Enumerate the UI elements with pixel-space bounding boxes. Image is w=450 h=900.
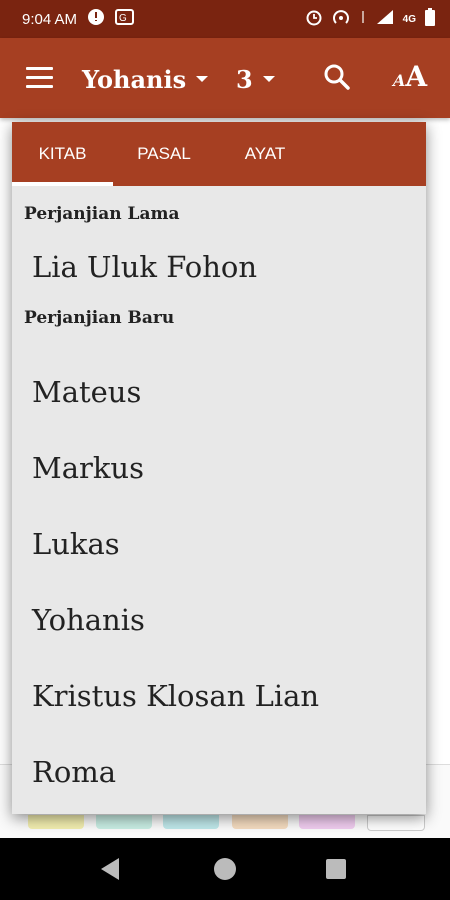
alarm-icon — [305, 8, 323, 31]
font-size-icon[interactable]: AA — [393, 60, 427, 93]
highlight-swatch[interactable] — [28, 815, 84, 829]
chapter-text-background — [22, 105, 422, 119]
highlight-swatch[interactable] — [299, 815, 355, 829]
book-selector[interactable]: Yohanis — [82, 62, 209, 96]
book-item[interactable]: Kristus Klosan Lian — [12, 658, 426, 734]
book-item[interactable]: Markus — [12, 430, 426, 506]
book-item[interactable]: Mateus — [12, 354, 426, 430]
highlight-swatch[interactable] — [232, 815, 288, 829]
recent-apps-icon[interactable] — [326, 859, 346, 879]
network-type: 4G — [402, 13, 416, 25]
back-icon[interactable] — [101, 858, 119, 880]
wifi-icon — [359, 8, 367, 31]
system-navigation-bar — [0, 838, 450, 900]
status-time: 9:04 AM — [22, 10, 78, 28]
tab-pasal[interactable]: PASAL — [113, 122, 215, 186]
section-heading-old-testament: Perjanjian Lama — [24, 204, 180, 224]
book-picker-panel: KITAB PASAL AYAT Perjanjian Lama Lia Ulu… — [12, 122, 426, 814]
tab-label: PASAL — [137, 144, 191, 163]
signal-icon — [375, 8, 395, 31]
highlight-swatch[interactable] — [367, 815, 425, 831]
book-item[interactable]: Roma — [12, 734, 426, 810]
tab-label: KITAB — [38, 144, 87, 163]
book-item[interactable]: Yohanis — [12, 582, 426, 658]
chevron-down-icon — [262, 76, 275, 82]
highlight-swatch[interactable] — [96, 815, 152, 829]
notification-icon — [87, 8, 105, 31]
hotspot-icon — [331, 8, 351, 31]
book-item[interactable]: Lia Uluk Fohon — [12, 228, 426, 306]
highlight-swatch[interactable] — [163, 815, 219, 829]
svg-text:G: G — [119, 13, 127, 24]
chapter-number: 3 — [236, 64, 253, 94]
battery-icon — [424, 7, 436, 32]
search-icon[interactable] — [322, 62, 352, 92]
book-title: Yohanis — [82, 64, 187, 94]
translate-icon: G — [115, 8, 135, 31]
home-icon[interactable] — [214, 858, 236, 880]
tab-ayat[interactable]: AYAT — [215, 122, 315, 186]
menu-icon[interactable] — [26, 67, 53, 88]
chapter-selector[interactable]: 3 — [236, 62, 275, 96]
status-bar: 9:04 AM G 4G — [0, 0, 450, 38]
picker-tabs: KITAB PASAL AYAT — [12, 122, 426, 186]
tab-label: AYAT — [244, 144, 286, 163]
book-item[interactable]: Lukas — [12, 506, 426, 582]
tab-kitab[interactable]: KITAB — [12, 122, 113, 186]
section-heading-new-testament: Perjanjian Baru — [24, 308, 175, 328]
chevron-down-icon — [196, 76, 209, 82]
